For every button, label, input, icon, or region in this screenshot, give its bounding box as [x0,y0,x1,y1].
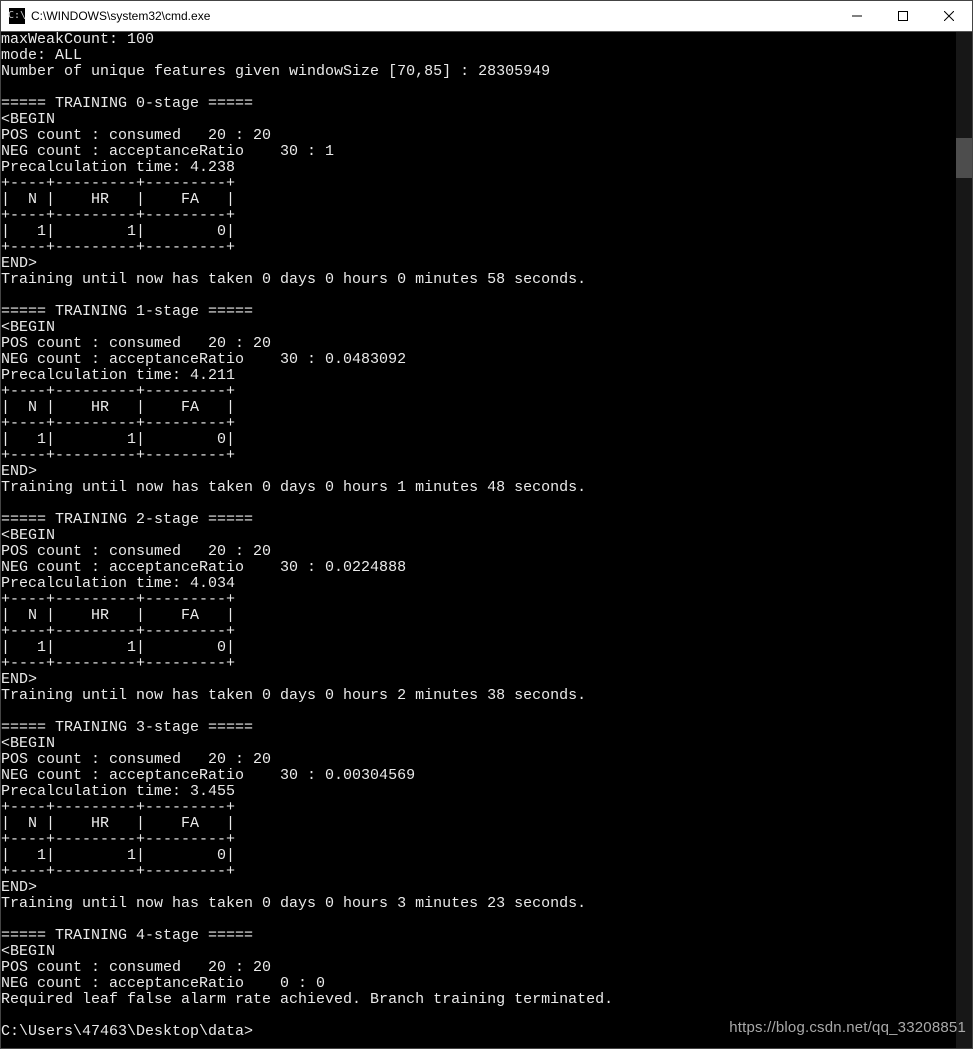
scroll-thumb[interactable] [956,138,972,178]
watermark: https://blog.csdn.net/qq_33208851 [729,1019,966,1036]
window-buttons [834,1,972,31]
titlebar[interactable]: C:\ C:\WINDOWS\system32\cmd.exe [1,1,972,32]
terminal-output: maxWeakCount: 100 mode: ALL Number of un… [1,32,972,1040]
window-title: C:\WINDOWS\system32\cmd.exe [31,9,834,23]
cmd-window: C:\ C:\WINDOWS\system32\cmd.exe maxWeakC… [0,0,973,1049]
maximize-button[interactable] [880,1,926,31]
close-button[interactable] [926,1,972,31]
cmd-icon: C:\ [9,8,25,24]
terminal-area[interactable]: maxWeakCount: 100 mode: ALL Number of un… [1,32,972,1048]
minimize-button[interactable] [834,1,880,31]
scrollbar[interactable] [956,32,972,1048]
